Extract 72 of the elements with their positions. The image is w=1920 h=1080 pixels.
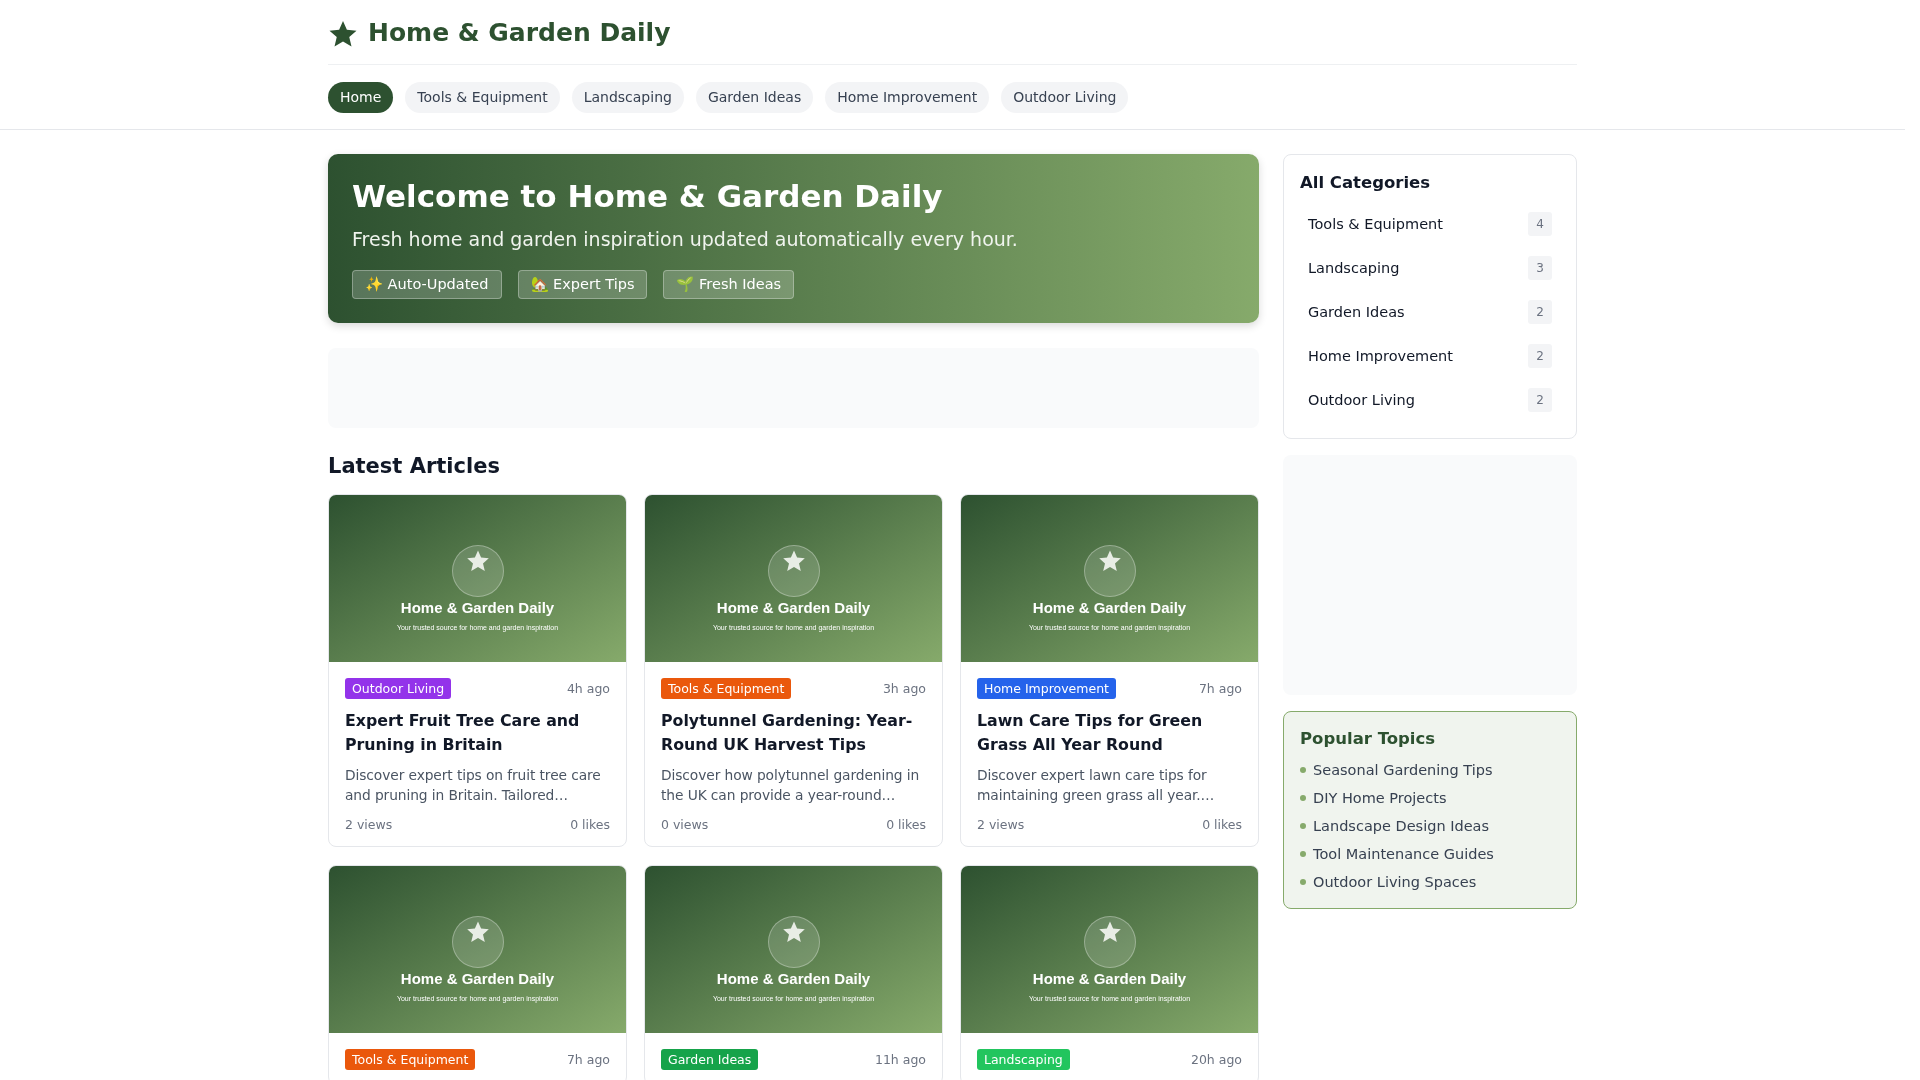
view-count: 2 views (977, 817, 1025, 832)
category-name: Landscaping (1308, 260, 1400, 276)
post-time: 7h ago (1198, 681, 1242, 696)
article-title[interactable]: Lawn Care Tips for Green Grass All Year Round (977, 709, 1242, 757)
topic-link[interactable]: DIY Home Projects (1313, 790, 1447, 806)
hero-subtitle: Fresh home and garden inspiration updated automatically every hour. (352, 228, 1019, 250)
category-tag[interactable]: Outdoor Living (345, 678, 452, 699)
count-badge: 3 (1528, 256, 1552, 280)
count-badge: 2 (1528, 344, 1552, 368)
post-time: 4h ago (566, 681, 610, 696)
banner-title: Home & Garden Daily (1032, 969, 1187, 987)
count-badge: 2 (1528, 300, 1552, 324)
topic-link[interactable]: Seasonal Gardening Tips (1313, 762, 1493, 778)
post-time: 11h ago (874, 1052, 926, 1067)
banner-title: Home & Garden Daily (1032, 598, 1187, 616)
category-link[interactable]: Outdoor Living 2 (1300, 378, 1560, 422)
like-count: 0 likes (886, 817, 926, 832)
post-time: 7h ago (566, 1052, 610, 1067)
article-title[interactable]: Polytunnel Gardening: Year-Round UK Harvest Tips (661, 709, 926, 757)
category-name: Garden Ideas (1308, 304, 1405, 320)
article-card[interactable] (328, 494, 627, 847)
category-tag[interactable]: Home Improvement (977, 678, 1116, 699)
view-count: 2 views (345, 817, 393, 832)
hero-title: Welcome to Home & Garden Daily (352, 177, 944, 216)
banner-title: Home & Garden Daily (716, 598, 871, 616)
nav-tab[interactable]: Home (328, 82, 394, 113)
topic-link[interactable]: Landscape Design Ideas (1313, 818, 1490, 834)
feature-badge: 🏡 Expert Tips (517, 270, 648, 299)
article-card[interactable] (960, 494, 1259, 847)
post-time: 20h ago (1190, 1052, 1242, 1067)
category-link[interactable]: Garden Ideas 2 (1300, 290, 1560, 334)
category-name: Tools & Equipment (1308, 216, 1443, 232)
panel-heading: Popular Topics (1300, 729, 1437, 748)
view-count: 0 views (661, 817, 709, 832)
banner-title: Home & Garden Daily (400, 598, 555, 616)
post-time: 3h ago (882, 681, 926, 696)
bullet-icon (1300, 823, 1306, 829)
like-count: 0 likes (1202, 817, 1242, 832)
nav-tab[interactable]: Garden Ideas (695, 82, 814, 113)
article-excerpt: Discover expert lawn care tips for maintaining green grass all year.… (977, 766, 1216, 805)
article-excerpt: Discover expert tips on fruit tree care and pruning in Britain. Tailored… (345, 766, 602, 805)
nav-tab[interactable]: Outdoor Living (1001, 82, 1129, 113)
section-heading: Latest Articles (328, 454, 501, 478)
category-link[interactable]: Home Improvement 2 (1300, 334, 1560, 378)
article-title[interactable]: Expert Fruit Tree Care and Pruning in Britain (345, 709, 610, 757)
nav-tab[interactable]: Home Improvement (825, 82, 990, 113)
count-badge: 4 (1528, 212, 1552, 236)
category-link[interactable]: Landscaping 3 (1300, 246, 1560, 290)
topic-link[interactable]: Tool Maintenance Guides (1313, 846, 1494, 862)
count-badge: 2 (1528, 388, 1552, 412)
category-name: Outdoor Living (1308, 392, 1415, 408)
bullet-icon (1300, 851, 1306, 857)
category-tag[interactable]: Tools & Equipment (345, 1049, 476, 1070)
article-excerpt: Discover how polytunnel gardening in the UK can provide a year-round… (661, 766, 921, 805)
panel-heading: All Categories (1300, 173, 1432, 192)
feature-badge: 🌱 Fresh Ideas (663, 270, 795, 299)
nav-tab[interactable]: Landscaping (571, 82, 684, 113)
article-card[interactable] (644, 494, 943, 847)
nav-tab[interactable]: Tools & Equipment (405, 82, 560, 113)
category-tag[interactable]: Tools & Equipment (661, 678, 792, 699)
bullet-icon (1300, 767, 1306, 773)
bullet-icon (1300, 795, 1306, 801)
site-title[interactable]: Home & Garden Daily (368, 17, 671, 47)
topic-link[interactable]: Outdoor Living Spaces (1313, 874, 1477, 890)
feature-badge: ✨ Auto-Updated (352, 270, 502, 299)
like-count: 0 likes (570, 817, 610, 832)
bullet-icon (1300, 879, 1306, 885)
category-name: Home Improvement (1308, 348, 1453, 364)
banner-title: Home & Garden Daily (400, 969, 555, 987)
category-link[interactable]: Tools & Equipment 4 (1300, 202, 1560, 246)
star-icon (328, 19, 358, 49)
banner-title: Home & Garden Daily (716, 969, 871, 987)
